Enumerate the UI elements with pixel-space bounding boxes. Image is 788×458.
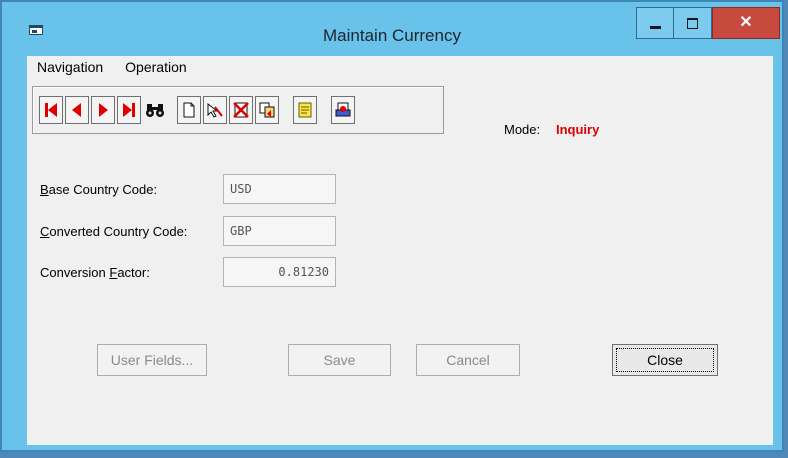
last-record-icon bbox=[123, 103, 135, 117]
base-country-code-field[interactable]: USD bbox=[223, 174, 336, 204]
base-country-code-label: Base Country Code: bbox=[40, 182, 157, 197]
notes-button[interactable] bbox=[293, 96, 317, 124]
converted-country-code-label: Converted Country Code: bbox=[40, 224, 187, 239]
user-fields-button[interactable]: User Fields... bbox=[97, 344, 207, 376]
delete-record-button[interactable] bbox=[229, 96, 253, 124]
copy-record-button[interactable] bbox=[255, 96, 279, 124]
notes-icon bbox=[298, 102, 312, 118]
edit-record-button[interactable] bbox=[203, 96, 227, 124]
delete-icon bbox=[233, 102, 249, 118]
close-window-button[interactable]: ✕ bbox=[712, 7, 780, 39]
conversion-factor-field[interactable]: 0.81230 bbox=[223, 257, 336, 287]
converted-country-code-mnemonic: C bbox=[40, 224, 50, 239]
conversion-factor-label: Conversion Factor: bbox=[40, 265, 150, 280]
copy-icon bbox=[259, 102, 275, 118]
minimize-button[interactable] bbox=[636, 7, 674, 39]
new-document-icon bbox=[183, 102, 195, 118]
conversion-factor-label-pre: Conversion bbox=[40, 265, 110, 280]
focus-rectangle bbox=[616, 348, 714, 372]
close-icon: ✕ bbox=[739, 14, 753, 31]
last-record-button[interactable] bbox=[117, 96, 141, 124]
edit-pointer-icon bbox=[207, 102, 223, 118]
minimize-icon bbox=[649, 25, 661, 29]
mode-value: Inquiry bbox=[556, 122, 600, 137]
print-icon bbox=[335, 102, 351, 117]
previous-record-icon bbox=[72, 103, 81, 117]
find-binoculars-icon bbox=[146, 104, 164, 117]
maximize-button[interactable] bbox=[674, 7, 712, 39]
save-button[interactable]: Save bbox=[288, 344, 391, 376]
base-country-code-mnemonic: B bbox=[40, 182, 49, 197]
previous-record-button[interactable] bbox=[65, 96, 89, 124]
close-button[interactable]: Close bbox=[612, 344, 718, 376]
find-button[interactable] bbox=[143, 96, 167, 124]
conversion-factor-label-text: actor: bbox=[117, 265, 150, 280]
new-record-button[interactable] bbox=[177, 96, 201, 124]
converted-country-code-label-text: onverted Country Code: bbox=[49, 224, 188, 239]
first-record-button[interactable] bbox=[39, 96, 63, 124]
converted-country-code-field[interactable]: GBP bbox=[223, 216, 336, 246]
mode-label: Mode: bbox=[504, 122, 541, 137]
first-record-icon bbox=[45, 103, 57, 117]
next-record-icon bbox=[99, 103, 108, 117]
menu-bar: Navigation Operation bbox=[27, 56, 197, 78]
cancel-button[interactable]: Cancel bbox=[416, 344, 520, 376]
next-record-button[interactable] bbox=[91, 96, 115, 124]
maintain-currency-window: Maintain Currency ✕ Navigation Operation bbox=[0, 0, 784, 452]
print-button[interactable] bbox=[331, 96, 355, 124]
menu-operation[interactable]: Operation bbox=[113, 59, 196, 75]
base-country-code-label-text: ase Country Code: bbox=[48, 182, 158, 197]
title-bar[interactable]: Maintain Currency ✕ bbox=[2, 2, 782, 46]
maximize-icon bbox=[687, 17, 698, 29]
client-area: Navigation Operation Mode: Inquiry Base … bbox=[27, 56, 773, 445]
toolbar bbox=[32, 86, 444, 134]
menu-navigation[interactable]: Navigation bbox=[27, 59, 113, 75]
